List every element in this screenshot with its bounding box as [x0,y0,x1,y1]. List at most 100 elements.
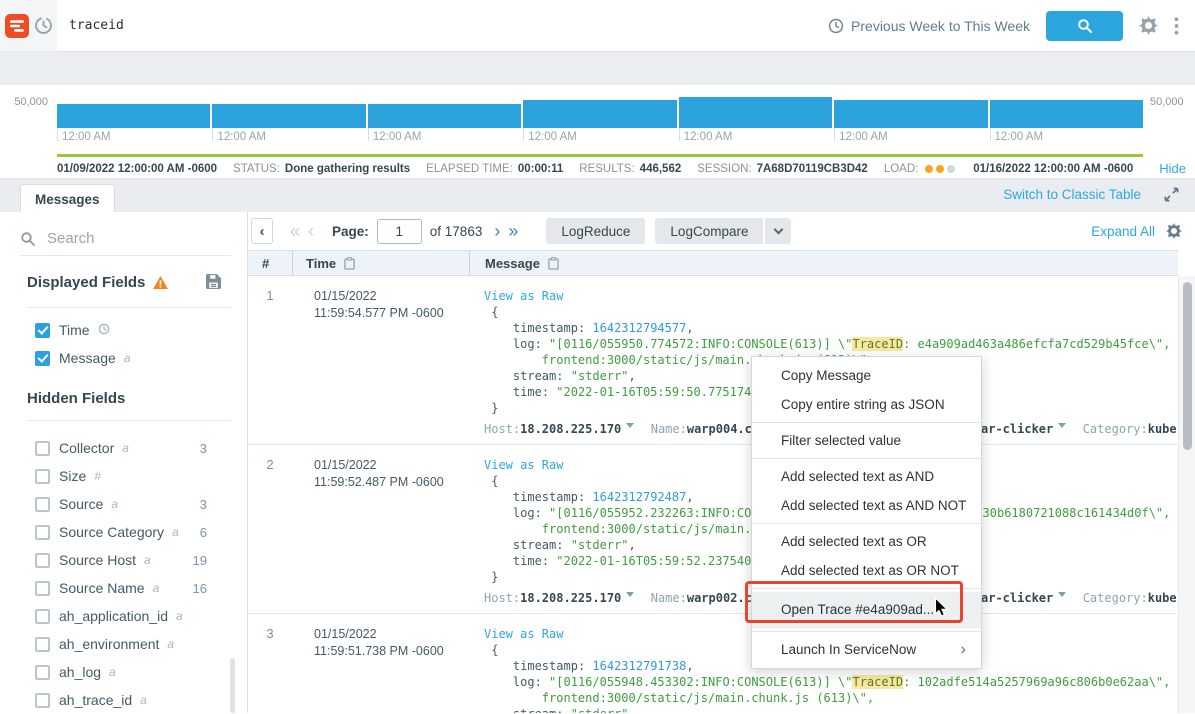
hidden-field-collector[interactable]: Collectora3 [0,434,247,462]
histogram-bar[interactable] [212,104,365,128]
menu-item-2[interactable]: Filter selected value [752,426,981,455]
tab-messages[interactable]: Messages [20,184,115,213]
search-history-icon[interactable] [34,16,53,35]
menu-item-5[interactable]: Add selected text as OR [752,527,981,556]
messages-scrollbar-thumb[interactable] [1183,282,1192,450]
session-group: SESSION: 7A68D70119CB3D42 [697,163,868,175]
menu-divider [752,588,981,589]
menu-item-4[interactable]: Add selected text as AND NOT [752,491,981,520]
cell-time[interactable]: 01/15/202211:59:52.487 PM -0600 [292,445,469,608]
session-label: SESSION: [697,163,751,175]
field-type-marker: a [144,553,151,567]
hidden-field-source[interactable]: Sourcea3 [0,490,247,518]
logcompare-button[interactable]: LogCompare [655,218,763,244]
dropdown-triangle-icon[interactable] [1058,592,1066,601]
menu-item-7[interactable]: Open Trace #e4a909ad... [752,592,981,628]
column-header-message[interactable]: Message [469,251,1178,275]
histogram-bar[interactable] [679,97,832,128]
menu-item-6[interactable]: Add selected text as OR NOT [752,556,981,585]
field-checkbox[interactable] [35,609,50,624]
table-header: # Time Message [248,250,1178,276]
dropdown-triangle-icon[interactable] [626,592,634,601]
log-line: log: "[0116/055950.774572:INFO:CONSOLE(6… [484,336,1177,352]
last-page-icon[interactable]: » [504,221,522,242]
host-line-right: ar-clicker Category:kubernetes [981,590,1177,606]
histogram-bar[interactable] [990,100,1143,128]
menu-item-1[interactable]: Copy entire string as JSON [752,390,981,419]
displayed-field-time[interactable]: Time [0,316,247,344]
messages-scrollbar-track[interactable] [1178,276,1195,713]
hidden-field-ah-environment[interactable]: ah_environmenta [0,630,247,658]
column-header-number[interactable]: # [248,251,292,275]
log-line: frontend:3000/static/js/main.chunk.js (6… [484,690,1177,706]
next-page-icon[interactable]: › [490,221,504,242]
menu-item-8[interactable]: Launch In ServiceNow› [752,635,981,664]
field-checkbox[interactable] [35,469,50,484]
x-tick-mark [523,128,524,141]
field-checkbox[interactable] [35,637,50,652]
logcompare-dropdown-button[interactable] [765,218,791,244]
field-checkbox[interactable] [35,581,50,596]
search-icon [20,231,36,247]
cell-time[interactable]: 01/15/202211:59:54.577 PM -0600 [292,276,469,439]
field-checkbox[interactable] [35,525,50,540]
hidden-field-source-name[interactable]: Source Namea16 [0,574,247,602]
run-search-button[interactable] [1046,11,1123,41]
field-checkbox[interactable] [35,323,50,338]
previous-page-icon[interactable]: ‹ [304,221,318,242]
field-checkbox[interactable] [35,497,50,512]
histogram-bar[interactable] [834,100,987,128]
expand-all-link[interactable]: Expand All [1091,224,1155,239]
switch-to-classic-table-link[interactable]: Switch to Classic Table [1003,187,1141,202]
field-checkbox[interactable] [35,441,50,456]
kebab-menu-icon[interactable] [1174,17,1179,35]
content-area: Displayed Fields TimeMessagea Hidden Fie… [0,212,1195,713]
copy-column-icon[interactable] [344,257,355,270]
field-type-marker: a [111,497,118,511]
displayed-field-message[interactable]: Messagea [0,344,247,372]
time-range-bar[interactable] [57,154,1143,157]
menu-item-3[interactable]: Add selected text as AND [752,462,981,491]
hide-histogram-link[interactable]: Hide [1159,161,1186,176]
view-as-raw-link[interactable]: View as Raw [484,288,1177,304]
field-search-box[interactable] [20,222,231,256]
field-label: Source Host [59,552,136,568]
histogram-bar[interactable] [523,100,676,128]
first-page-icon[interactable]: « [286,221,304,242]
sidebar-scrollbar[interactable] [230,658,235,713]
x-tick-mark [679,128,680,141]
time-range-picker[interactable]: Previous Week to This Week [828,18,1030,34]
fullscreen-expand-icon[interactable] [1164,187,1179,202]
hidden-field-ah-log[interactable]: ah_loga [0,658,247,686]
logreduce-button[interactable]: LogReduce [546,218,645,244]
hidden-field-size[interactable]: Size# [0,462,247,490]
menu-item-0[interactable]: Copy Message [752,361,981,390]
table-settings-gear-icon[interactable] [1166,223,1182,239]
hidden-field-ah-trace-id[interactable]: ah_trace_ida [0,686,247,714]
x-tick-mark [212,128,213,141]
hidden-field-ah-application-id[interactable]: ah_application_ida [0,602,247,630]
histogram-bar[interactable] [368,104,521,128]
field-checkbox[interactable] [35,665,50,680]
search-query-input[interactable]: traceid [57,18,828,33]
collapse-sidebar-button[interactable]: ‹ [251,218,273,244]
dropdown-triangle-icon[interactable] [626,423,634,432]
column-header-time[interactable]: Time [292,251,469,275]
warning-icon[interactable] [153,276,168,289]
save-fields-icon[interactable] [206,274,221,289]
histogram-bar-cell: 12:00 AM [679,85,832,128]
load-label: LOAD: [884,163,919,175]
dropdown-triangle-icon[interactable] [1058,423,1066,432]
hidden-field-source-host[interactable]: Source Hosta19 [0,546,247,574]
field-search-input[interactable] [47,230,197,247]
histogram-bar[interactable] [57,104,210,128]
settings-gear-icon[interactable] [1139,16,1158,35]
field-checkbox[interactable] [35,693,50,708]
app-logo-icon[interactable] [5,14,29,38]
field-checkbox[interactable] [35,351,50,366]
field-checkbox[interactable] [35,553,50,568]
copy-column-icon[interactable] [548,257,559,270]
hidden-field-source-category[interactable]: Source Categorya6 [0,518,247,546]
page-number-input[interactable] [377,219,422,244]
cell-time[interactable]: 01/15/202211:59:51.738 PM -0600 [292,614,469,713]
